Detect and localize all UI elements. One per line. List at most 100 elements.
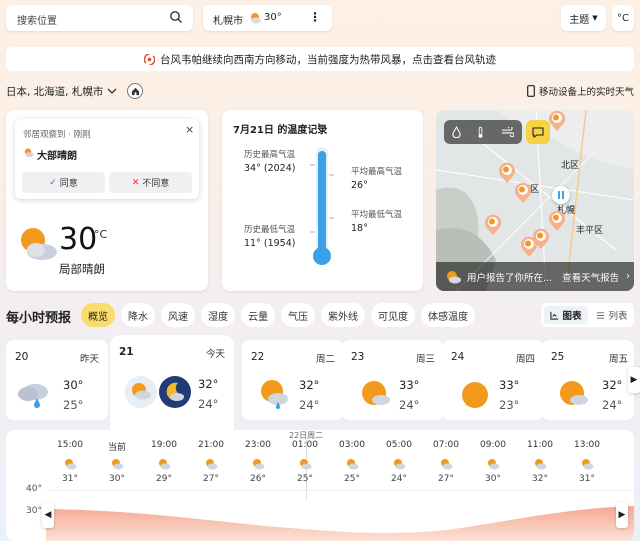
hour-time: 13:00: [574, 440, 600, 450]
location-path[interactable]: 日本, 北海道, 札幌市: [6, 84, 103, 99]
popup-condition: 大部晴朗: [37, 151, 77, 162]
search-icon[interactable]: [169, 10, 183, 24]
chat-report-icon[interactable]: [526, 120, 550, 144]
day-high: 30°: [63, 378, 84, 392]
day-weekday: 周五: [608, 354, 628, 365]
temperature-icon[interactable]: [477, 126, 484, 139]
day-card[interactable]: 20 昨天 30° 25°: [6, 340, 108, 420]
avg-low-value: 18°: [351, 223, 368, 234]
partly-cloudy-icon: [157, 458, 171, 470]
disagree-button[interactable]: ✕ 不同意: [109, 172, 192, 193]
partly-sunny-icon: [16, 225, 60, 263]
hist-low-value: 11° (1954): [244, 238, 296, 249]
chevron-right-icon[interactable]: ›: [317, 120, 321, 131]
list-view-button[interactable]: 列表: [593, 306, 631, 324]
pause-icon[interactable]: [552, 186, 570, 204]
day-low: 24°: [399, 398, 420, 412]
scroll-left-arrow[interactable]: ◀: [42, 502, 54, 528]
typhoon-alert-banner[interactable]: 台风韦帕继续向西南方向移动，当前强度为热带风暴，点击查看台风轨迹: [6, 47, 634, 71]
scroll-right-arrow[interactable]: ▶: [616, 502, 628, 528]
partly-cloudy-icon: [251, 458, 265, 470]
chip-uv[interactable]: 紫外线: [321, 303, 365, 327]
mobile-live-weather-link[interactable]: 移动设备上的实时天气: [527, 84, 634, 98]
map-report-pin[interactable]: [498, 162, 516, 184]
day-high: 33°: [399, 378, 420, 392]
day-card[interactable]: 23 周三 33° 24°: [342, 340, 444, 420]
hist-high: 历史最高气温 34° (2024): [244, 148, 295, 176]
chip-wind[interactable]: 风速: [161, 303, 195, 327]
list-icon: [596, 311, 605, 320]
caret-down-icon: ▼: [592, 14, 598, 22]
user-report-bar[interactable]: 用户报告了你所在... 查看天气报告 ›: [436, 262, 634, 291]
partly-sunny-icon: [248, 11, 262, 25]
next-days-arrow[interactable]: ▶: [628, 367, 640, 393]
partly-cloudy-icon: [533, 458, 547, 470]
day-card[interactable]: 24 周四 33° 23°: [442, 340, 544, 420]
day-card[interactable]: 22 周二 32° 24°: [242, 340, 344, 420]
day-weekday: 昨天: [79, 354, 99, 365]
x-icon: ✕: [131, 177, 140, 188]
partly-cloudy-icon: [110, 458, 124, 470]
map-report-pin[interactable]: [520, 236, 538, 258]
current-temp: 30: [59, 222, 98, 257]
partly-cloudy-icon: [204, 458, 218, 470]
day-low: 24°: [602, 398, 623, 412]
hour-time: 11:00: [527, 440, 553, 450]
avg-low: 平均最低气温 18°: [351, 208, 402, 236]
rain-cloud-icon: [15, 378, 51, 412]
partly-sunny-icon: [358, 378, 394, 412]
day-high: 32°: [299, 378, 320, 392]
partly-sunny-icon: [556, 378, 592, 412]
chart-view-button[interactable]: 图表: [544, 306, 588, 324]
location-pill[interactable]: 札幌市 30° ⋮: [203, 5, 332, 31]
chip-humidity[interactable]: 湿度: [201, 303, 235, 327]
more-options-icon[interactable]: ⋮: [309, 10, 321, 24]
chip-pressure[interactable]: 气压: [281, 303, 315, 327]
record-title[interactable]: 7月21日 的温度记录: [233, 121, 327, 136]
view-weather-report-link[interactable]: 查看天气报告: [562, 270, 619, 284]
search-box[interactable]: 搜索位置: [6, 5, 193, 31]
popup-title: 邻居观察到 · 刚刚: [23, 130, 91, 140]
agree-button[interactable]: ✓ 同意: [22, 172, 105, 193]
map-report-pin[interactable]: [548, 110, 566, 132]
map-report-pin[interactable]: [514, 182, 532, 204]
theme-label: 主题: [569, 14, 590, 26]
user-report-text: 用户报告了你所在...: [467, 272, 553, 284]
day-date: 23: [351, 351, 365, 363]
partly-cloudy-icon: [486, 458, 500, 470]
map-report-pin[interactable]: [484, 214, 502, 236]
chip-feels-like[interactable]: 体感温度: [421, 303, 475, 327]
chip-precipitation[interactable]: 降水: [121, 303, 155, 327]
precipitation-icon[interactable]: [452, 126, 461, 138]
hour-temp: 29°: [156, 474, 172, 484]
search-input[interactable]: 搜索位置: [17, 12, 57, 27]
chip-visibility[interactable]: 可见度: [371, 303, 415, 327]
temperature-record-card[interactable]: 7月21日 的温度记录 › 历史最高气温 34° (2024) 历史最低气温 1…: [222, 110, 423, 291]
wind-icon[interactable]: [501, 127, 514, 137]
chip-cloud[interactable]: 云量: [241, 303, 275, 327]
hourly-chart: 22日周二 15:00 31° 当前 30° 19:00 29° 21:00 27° 23:00…: [6, 430, 634, 541]
hour-time: 23:00: [245, 440, 271, 450]
chevron-right-icon[interactable]: ›: [626, 271, 630, 282]
day-card-selected[interactable]: 21 今天 32° 24°: [110, 335, 234, 430]
chevron-down-icon[interactable]: [107, 88, 117, 95]
day-card[interactable]: 25 周五 32° 24°: [542, 340, 634, 420]
hist-high-value: 34° (2024): [244, 163, 296, 174]
day-high: 32°: [602, 378, 623, 392]
day-date: 22: [251, 351, 265, 363]
day-weekday: 周三: [415, 354, 435, 365]
day-low: 24°: [198, 397, 219, 411]
theme-button[interactable]: 主题 ▼: [561, 5, 606, 31]
hour-column: 05:00 24°: [377, 440, 421, 484]
avg-high: 平均最高气温 26°: [351, 165, 402, 193]
home-icon[interactable]: [127, 83, 144, 99]
alert-text: 台风韦帕继续向西南方向移动，当前强度为热带风暴，点击查看台风轨迹: [160, 53, 496, 66]
map-report-pin[interactable]: [548, 210, 566, 232]
close-icon[interactable]: ×: [185, 123, 194, 136]
hour-temp: 25°: [344, 474, 360, 484]
unit-toggle-button[interactable]: °C: [612, 5, 634, 31]
weather-map[interactable]: 北区 西区 札幌 丰平区 用户报告了你所在... 查看天气报告 ›: [436, 110, 634, 291]
current-condition: 局部晴朗: [59, 262, 105, 276]
chip-overview[interactable]: 概览: [81, 303, 115, 327]
location-breadcrumb[interactable]: 日本, 北海道, 札幌市: [6, 83, 144, 99]
